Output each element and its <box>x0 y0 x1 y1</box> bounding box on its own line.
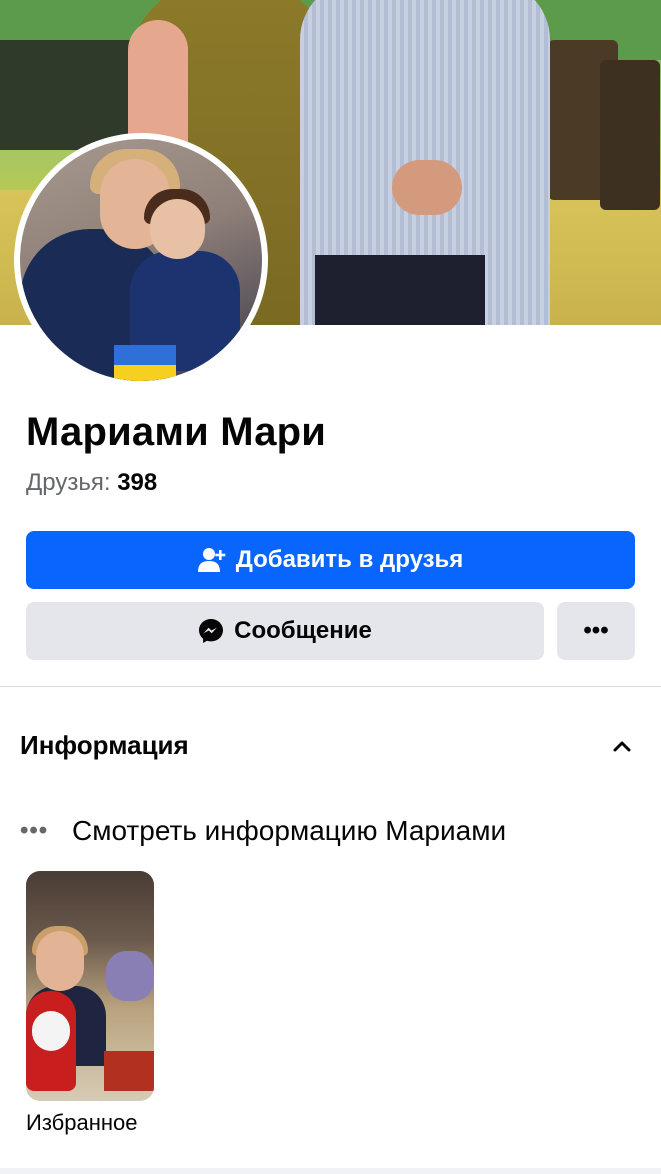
chevron-up-icon[interactable] <box>610 734 634 758</box>
friends-count[interactable]: Друзья: 398 <box>26 468 157 498</box>
bottom-divider <box>0 1168 661 1174</box>
info-section-title: Информация <box>20 730 189 760</box>
see-info-label: Смотреть информацию Мариами <box>72 815 507 846</box>
featured-label[interactable]: Избранное <box>26 1109 138 1137</box>
profile-avatar[interactable] <box>14 133 268 387</box>
add-friend-label: Добавить в друзья <box>235 546 464 573</box>
friends-label: Друзья: <box>26 469 111 496</box>
more-icon: ••• <box>583 617 609 644</box>
dots-icon: ••• <box>20 817 49 844</box>
gift-boxes <box>104 1051 154 1091</box>
featured-flowers <box>106 951 154 1001</box>
featured-thumbnail[interactable] <box>26 871 154 1101</box>
message-button[interactable]: Сообщение <box>26 602 544 660</box>
friends-number: 398 <box>117 469 158 496</box>
cover-chair <box>600 60 660 210</box>
avatar-photo <box>20 139 262 381</box>
more-options-button[interactable]: ••• <box>557 602 635 660</box>
section-divider <box>0 686 661 687</box>
ukraine-flag-icon <box>114 345 176 381</box>
messenger-icon <box>199 619 224 643</box>
santa-beard <box>32 1011 70 1051</box>
see-info-link[interactable]: ••• Смотреть информацию Мариами <box>20 812 506 850</box>
cover-person-hand <box>392 160 462 215</box>
featured-figure <box>36 931 84 991</box>
add-friend-icon <box>197 548 225 572</box>
add-friend-button[interactable]: Добавить в друзья <box>26 531 635 589</box>
message-label: Сообщение <box>234 617 372 644</box>
avatar-figure <box>150 199 205 259</box>
cover-person-pants <box>315 255 485 325</box>
profile-name: Мариами Мари <box>26 410 327 454</box>
